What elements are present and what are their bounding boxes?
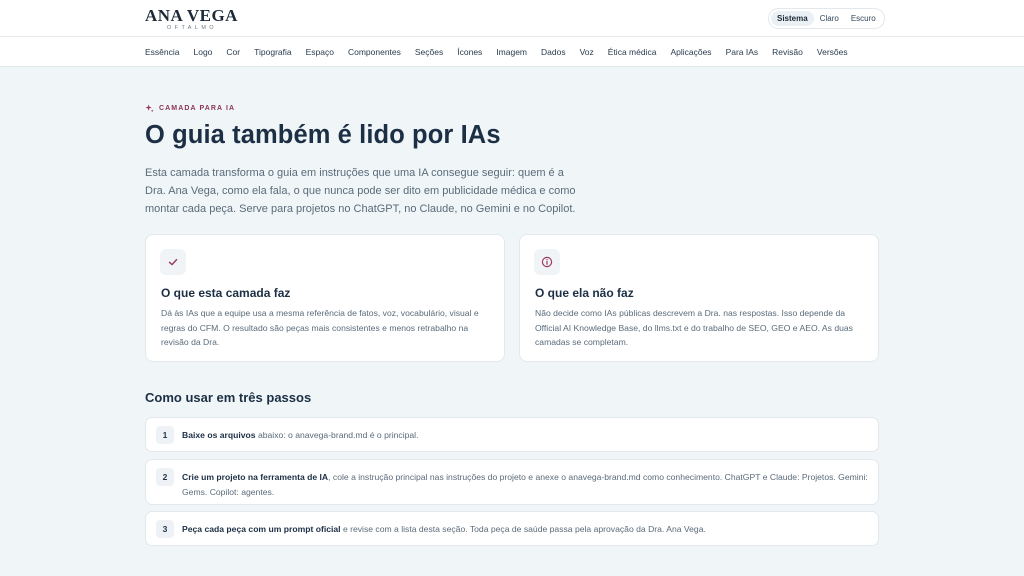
nav-item-secoes[interactable]: Seções <box>415 47 443 57</box>
step-text: Baixe os arquivos abaixo: o anavega-bran… <box>182 428 872 443</box>
step-number: 3 <box>156 520 174 538</box>
card-title: O que esta camada faz <box>161 286 291 300</box>
step-item: 3 Peça cada peça com um prompt oficial e… <box>145 511 879 546</box>
eyebrow-label: CAMADA PARA IA <box>159 105 236 112</box>
nav-item-etica-medica[interactable]: Ética médica <box>608 47 657 57</box>
card-title: O que ela não faz <box>535 286 634 300</box>
step-text: Crie um projeto na ferramenta de IA, col… <box>182 470 872 500</box>
nav-item-revisao[interactable]: Revisão <box>772 47 803 57</box>
top-bar: Ana Vega OFTALMO Sistema Claro Escuro <box>0 0 1024 37</box>
step-rest: abaixo: o anavega-brand.md é o principal… <box>255 430 419 440</box>
step-item: 2 Crie um projeto na ferramenta de IA, c… <box>145 459 879 505</box>
page-lead: Esta camada transforma o guia em instruç… <box>145 167 576 215</box>
nav-item-componentes[interactable]: Componentes <box>348 47 401 57</box>
step-text: Peça cada peça com um prompt oficial e r… <box>182 522 872 537</box>
nav-item-essencia[interactable]: Essência <box>145 47 180 57</box>
step-number: 1 <box>156 426 174 444</box>
nav-item-imagem[interactable]: Imagem <box>496 47 527 57</box>
nav-item-aplicacoes[interactable]: Aplicações <box>670 47 711 57</box>
step-strong: Peça cada peça com um prompt oficial <box>182 524 341 534</box>
brand-logo[interactable]: Ana Vega OFTALMO <box>145 7 245 32</box>
section-nav-list: Essência Logo Cor Tipografia Espaço Comp… <box>145 37 848 67</box>
step-item: 1 Baixe os arquivos abaixo: o anavega-br… <box>145 417 879 452</box>
nav-item-tipografia[interactable]: Tipografia <box>254 47 291 57</box>
nav-item-logo[interactable]: Logo <box>194 47 213 57</box>
info-icon <box>534 249 560 275</box>
step-strong: Crie um projeto na ferramenta de IA <box>182 472 329 482</box>
card-what-it-does: O que esta camada faz Dá às IAs que a eq… <box>145 234 505 362</box>
section-nav: Essência Logo Cor Tipografia Espaço Comp… <box>0 37 1024 67</box>
sparkle-icon <box>145 104 154 113</box>
section-eyebrow: CAMADA PARA IA <box>145 104 235 113</box>
nav-item-dados[interactable]: Dados <box>541 47 566 57</box>
nav-item-icones[interactable]: Ícones <box>457 47 482 57</box>
brand-subtitle: OFTALMO <box>167 25 217 31</box>
card-text: Dá às IAs que a equipe usa a mesma refer… <box>161 308 479 347</box>
theme-toggle: Sistema Claro Escuro <box>768 8 885 29</box>
brand-name: Ana Vega <box>145 6 238 25</box>
nav-item-para-ias[interactable]: Para IAs <box>726 47 759 57</box>
check-icon <box>160 249 186 275</box>
nav-item-versoes[interactable]: Versões <box>817 47 848 57</box>
card-what-it-does-not: O que ela não faz Não decide como IAs pú… <box>519 234 879 362</box>
steps-heading: Como usar em três passos <box>145 390 312 405</box>
theme-option-claro[interactable]: Claro <box>814 11 845 26</box>
card-text: Não decide como IAs públicas descrevem a… <box>535 308 853 347</box>
nav-item-voz[interactable]: Voz <box>580 47 594 57</box>
theme-option-sistema[interactable]: Sistema <box>771 11 814 26</box>
step-rest: e revise com a lista desta seção. Toda p… <box>340 524 706 534</box>
page-title: O guia também é lido por IAs <box>145 121 501 149</box>
step-strong: Baixe os arquivos <box>182 430 256 440</box>
nav-item-espaco[interactable]: Espaço <box>306 47 334 57</box>
nav-item-cor[interactable]: Cor <box>226 47 240 57</box>
step-number: 2 <box>156 468 174 486</box>
theme-option-escuro[interactable]: Escuro <box>845 11 882 26</box>
